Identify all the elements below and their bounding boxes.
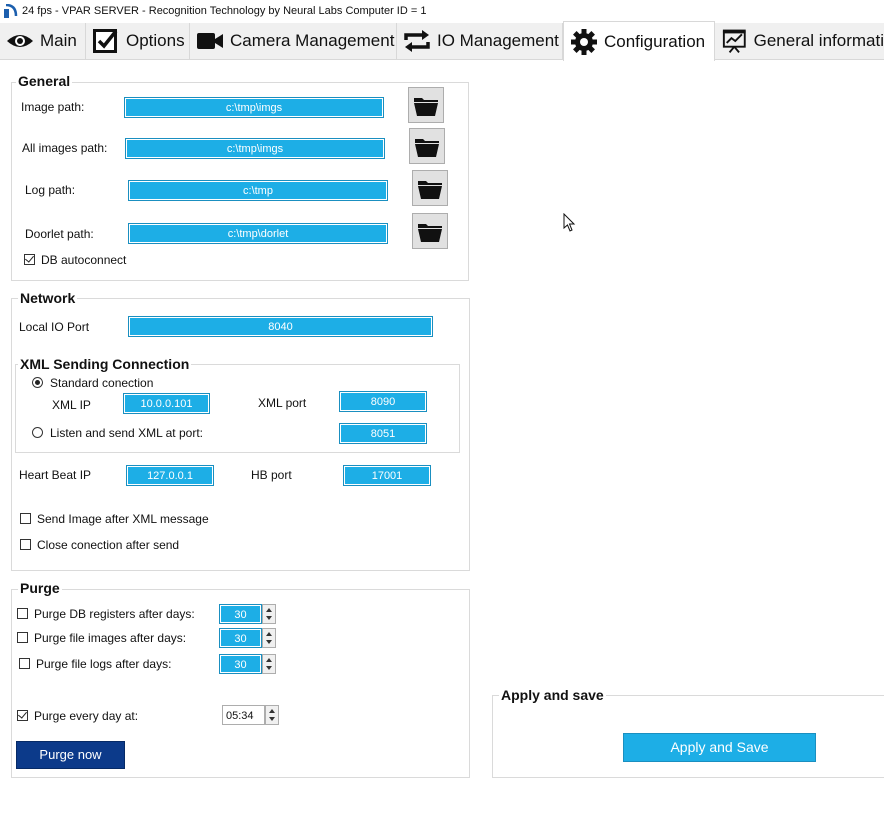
purge-file-images-label: Purge file images after days: <box>34 631 187 645</box>
purge-file-images-checkbox[interactable] <box>17 632 28 643</box>
xml-ip-input[interactable]: 10.0.0.101 <box>123 393 210 414</box>
spinner-value[interactable]: 30 <box>219 604 262 624</box>
apply-and-save-button[interactable]: Apply and Save <box>623 733 816 762</box>
send-image-label: Send Image after XML message <box>37 512 209 526</box>
all-images-path-label: All images path: <box>22 141 108 155</box>
purge-every-day-label: Purge every day at: <box>34 709 139 723</box>
db-autoconnect-checkbox[interactable] <box>24 254 35 265</box>
network-title: Network <box>18 290 78 306</box>
apply-and-save-title: Apply and save <box>499 687 606 703</box>
spinner-arrows[interactable] <box>262 654 276 674</box>
purge-now-button[interactable]: Purge now <box>16 741 125 769</box>
arrow-down-icon[interactable] <box>269 717 275 721</box>
arrow-down-icon[interactable] <box>266 640 272 644</box>
log-path-input[interactable]: c:\tmp <box>128 180 388 201</box>
doorlet-path-label: Doorlet path: <box>25 227 94 241</box>
tab-label: Main <box>40 31 77 50</box>
tab-bar: Main Options Camera Management IO Manage… <box>0 21 884 61</box>
image-path-label: Image path: <box>21 100 85 114</box>
close-connection-label: Close conection after send <box>37 538 180 552</box>
arrow-down-icon[interactable] <box>266 666 272 670</box>
image-path-input[interactable]: c:\tmp\imgs <box>124 97 384 118</box>
close-connection-checkbox[interactable] <box>20 539 31 550</box>
purge-time-picker[interactable]: 05:34 <box>222 705 279 725</box>
db-autoconnect-label: DB autoconnect <box>41 253 127 267</box>
listen-port-input[interactable]: 8051 <box>339 423 427 444</box>
spinner-value[interactable]: 30 <box>219 628 262 648</box>
local-io-port-label: Local IO Port <box>19 320 90 334</box>
video-camera-icon <box>197 33 223 49</box>
app-icon <box>4 4 18 18</box>
heartbeat-ip-input[interactable]: 127.0.0.1 <box>126 465 214 486</box>
presentation-chart-icon <box>722 29 746 54</box>
log-path-label: Log path: <box>25 183 76 197</box>
folder-icon <box>414 98 438 116</box>
heartbeat-ip-label: Heart Beat IP <box>19 468 92 482</box>
listen-and-send-label: Listen and send XML at port: <box>50 426 203 440</box>
spinner-arrows[interactable] <box>265 705 279 725</box>
arrow-up-icon[interactable] <box>266 658 272 662</box>
send-image-checkbox[interactable] <box>20 513 31 524</box>
folder-icon <box>418 181 442 199</box>
xml-port-label: XML port <box>258 396 307 410</box>
arrow-down-icon[interactable] <box>266 616 272 620</box>
local-io-port-input[interactable]: 8040 <box>128 316 433 337</box>
xml-port-input[interactable]: 8090 <box>339 391 427 412</box>
all-images-path-browse-button[interactable] <box>409 128 445 164</box>
log-path-browse-button[interactable] <box>412 170 448 206</box>
purge-file-logs-days-spinner[interactable]: 30 <box>219 654 276 674</box>
checkbox-icon <box>93 29 118 53</box>
purge-db-registers-checkbox[interactable] <box>17 608 28 619</box>
xml-sending-connection-title: XML Sending Connection <box>18 356 192 372</box>
purge-file-logs-checkbox[interactable] <box>19 658 30 669</box>
window-title: 24 fps - VPAR SERVER - Recognition Techn… <box>22 5 427 17</box>
doorlet-path-browse-button[interactable] <box>412 213 448 249</box>
arrow-up-icon[interactable] <box>266 608 272 612</box>
tab-label: General informati <box>753 31 884 50</box>
tab-label: Options <box>126 31 185 50</box>
tab-camera-management[interactable]: Camera Management <box>190 23 397 59</box>
spinner-value[interactable]: 30 <box>219 654 262 674</box>
purge-db-registers-days-spinner[interactable]: 30 <box>219 604 276 624</box>
spinner-arrows[interactable] <box>262 604 276 624</box>
spinner-arrows[interactable] <box>262 628 276 648</box>
image-path-browse-button[interactable] <box>408 87 444 123</box>
mouse-cursor-icon <box>563 213 576 232</box>
tab-options[interactable]: Options <box>86 23 190 59</box>
folder-icon <box>415 139 439 157</box>
arrow-up-icon[interactable] <box>266 632 272 636</box>
listen-and-send-radio[interactable] <box>32 427 43 438</box>
time-value[interactable]: 05:34 <box>222 705 265 725</box>
doorlet-path-input[interactable]: c:\tmp\dorlet <box>128 223 388 244</box>
all-images-path-input[interactable]: c:\tmp\imgs <box>125 138 385 159</box>
eye-icon <box>7 35 33 47</box>
tab-label: IO Management <box>437 31 559 50</box>
tab-label: Camera Management <box>230 31 395 50</box>
folder-icon <box>418 224 442 242</box>
gear-icon <box>571 28 597 55</box>
title-bar: 24 fps - VPAR SERVER - Recognition Techn… <box>0 0 884 22</box>
arrow-up-icon[interactable] <box>269 709 275 713</box>
purge-file-logs-label: Purge file logs after days: <box>36 657 172 671</box>
tab-main[interactable]: Main <box>0 23 86 59</box>
purge-file-images-days-spinner[interactable]: 30 <box>219 628 276 648</box>
xml-ip-label: XML IP <box>52 398 91 412</box>
purge-db-registers-label: Purge DB registers after days: <box>34 607 195 621</box>
purge-every-day-checkbox[interactable] <box>17 710 28 721</box>
tab-io-management[interactable]: IO Management <box>397 23 563 59</box>
standard-connection-radio[interactable] <box>32 377 43 388</box>
tab-configuration[interactable]: Configuration <box>563 21 715 61</box>
tab-general-information[interactable]: General informati <box>715 23 884 59</box>
purge-title: Purge <box>18 580 62 596</box>
standard-connection-label: Standard conection <box>50 376 154 390</box>
general-title: General <box>16 73 73 89</box>
hb-port-label: HB port <box>251 468 292 482</box>
tab-label: Configuration <box>604 31 706 51</box>
hb-port-input[interactable]: 17001 <box>343 465 431 486</box>
sync-arrows-icon <box>404 30 430 52</box>
